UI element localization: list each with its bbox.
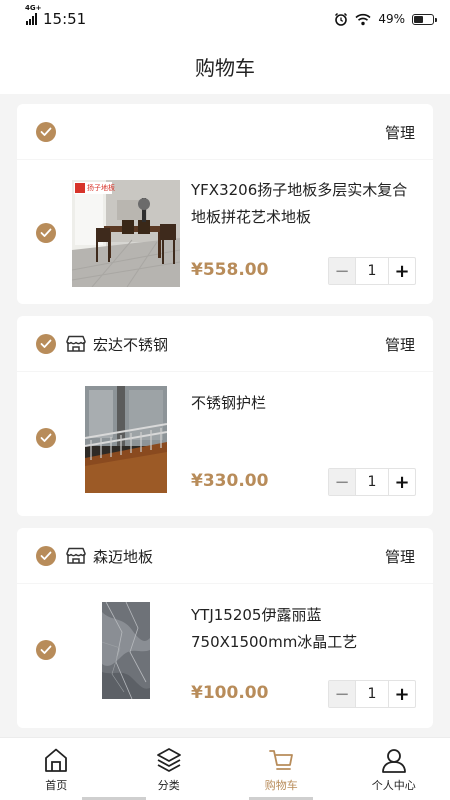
item-select-checkbox[interactable]	[36, 640, 56, 660]
shop-header: 森迈地板 管理	[17, 528, 433, 584]
quantity-stepper: − 1 +	[328, 468, 416, 496]
alarm-icon	[335, 12, 348, 26]
product-badge: 扬子地板	[87, 184, 115, 192]
increase-button[interactable]: +	[389, 258, 415, 284]
quantity-value[interactable]: 1	[355, 469, 389, 495]
marble-tile-photo	[102, 602, 150, 699]
store-icon	[66, 335, 86, 353]
tab-home[interactable]: 首页	[0, 738, 113, 800]
product-image[interactable]	[85, 386, 167, 493]
tab-label: 首页	[45, 779, 68, 792]
check-icon	[40, 127, 52, 136]
manage-button[interactable]: 管理	[385, 546, 415, 567]
quantity-stepper: − 1 +	[328, 680, 416, 708]
battery-icon	[412, 13, 437, 25]
status-bar: 4G+ 15:51 49%	[0, 0, 450, 38]
decrease-button[interactable]: −	[329, 469, 355, 495]
product-image[interactable]: 扬子地板	[72, 180, 180, 287]
home-icon	[45, 748, 68, 772]
manage-button[interactable]: 管理	[385, 334, 415, 355]
shop-select-checkbox[interactable]	[36, 546, 56, 566]
shop-select-checkbox[interactable]	[36, 334, 56, 354]
item-select-checkbox[interactable]	[36, 223, 56, 243]
quantity-stepper: − 1 +	[328, 257, 416, 285]
decrease-button[interactable]: −	[329, 681, 355, 707]
user-icon	[381, 749, 406, 773]
shop-header: 宏达不锈钢 管理	[17, 316, 433, 372]
shop-name[interactable]: 森迈地板	[93, 546, 153, 567]
divider	[17, 583, 433, 584]
cart-shop-card: 森迈地板 管理 YTJ15205伊露丽蓝750X1500mm冰晶工艺 ¥100.…	[17, 528, 433, 728]
cart-list[interactable]: 管理 扬子地板 YFX3206扬子地板多层实木复合地板拼花艺术地板 ¥558.0…	[0, 94, 450, 737]
tab-label: 分类	[157, 779, 180, 792]
item-select-checkbox[interactable]	[36, 428, 56, 448]
store-icon	[66, 547, 86, 565]
check-icon	[40, 645, 52, 654]
page-header: 购物车	[0, 38, 450, 94]
product-price: ¥330.00	[191, 471, 269, 491]
cart-shop-card: 管理 扬子地板 YFX3206扬子地板多层实木复合地板拼花艺术地板 ¥558.0…	[17, 104, 433, 304]
status-time: 15:51	[43, 10, 87, 28]
wifi-icon	[355, 13, 371, 25]
check-icon	[40, 339, 52, 348]
signal-icon: 4G+	[25, 4, 41, 25]
quantity-value[interactable]: 1	[355, 258, 389, 284]
increase-button[interactable]: +	[389, 469, 415, 495]
tab-profile[interactable]: 个人中心	[338, 738, 450, 800]
bottom-tab-bar: 首页 分类 购物车 个人中心	[0, 737, 450, 800]
tab-category[interactable]: 分类	[113, 738, 226, 800]
check-icon	[40, 551, 52, 560]
product-price: ¥558.00	[191, 260, 269, 280]
product-title[interactable]: YFX3206扬子地板多层实木复合地板拼花艺术地板	[191, 177, 416, 231]
product-title[interactable]: YTJ15205伊露丽蓝750X1500mm冰晶工艺	[191, 602, 416, 656]
product-price: ¥100.00	[191, 683, 269, 703]
page-title: 购物车	[195, 55, 255, 80]
quantity-value[interactable]: 1	[355, 681, 389, 707]
dining-room-photo	[72, 180, 180, 287]
divider	[17, 371, 433, 372]
railing-photo	[85, 386, 167, 493]
tab-label: 购物车	[264, 779, 298, 792]
shop-select-checkbox[interactable]	[36, 122, 56, 142]
cart-icon	[269, 750, 294, 770]
layers-icon	[156, 748, 181, 772]
cart-shop-card: 宏达不锈钢 管理 不锈钢护栏 ¥330.00 − 1 +	[17, 316, 433, 516]
increase-button[interactable]: +	[389, 681, 415, 707]
check-icon	[40, 228, 52, 237]
network-type: 4G+	[25, 4, 42, 12]
check-icon	[40, 433, 52, 442]
decrease-button[interactable]: −	[329, 258, 355, 284]
product-image[interactable]	[102, 602, 150, 699]
shop-header: 管理	[17, 104, 433, 160]
shop-name[interactable]: 宏达不锈钢	[93, 334, 168, 355]
battery-percent: 49%	[378, 12, 405, 26]
divider	[17, 159, 433, 160]
product-title[interactable]: 不锈钢护栏	[191, 390, 416, 417]
tab-label: 个人中心	[371, 779, 416, 792]
tab-cart[interactable]: 购物车	[225, 738, 338, 800]
manage-button[interactable]: 管理	[385, 122, 415, 143]
